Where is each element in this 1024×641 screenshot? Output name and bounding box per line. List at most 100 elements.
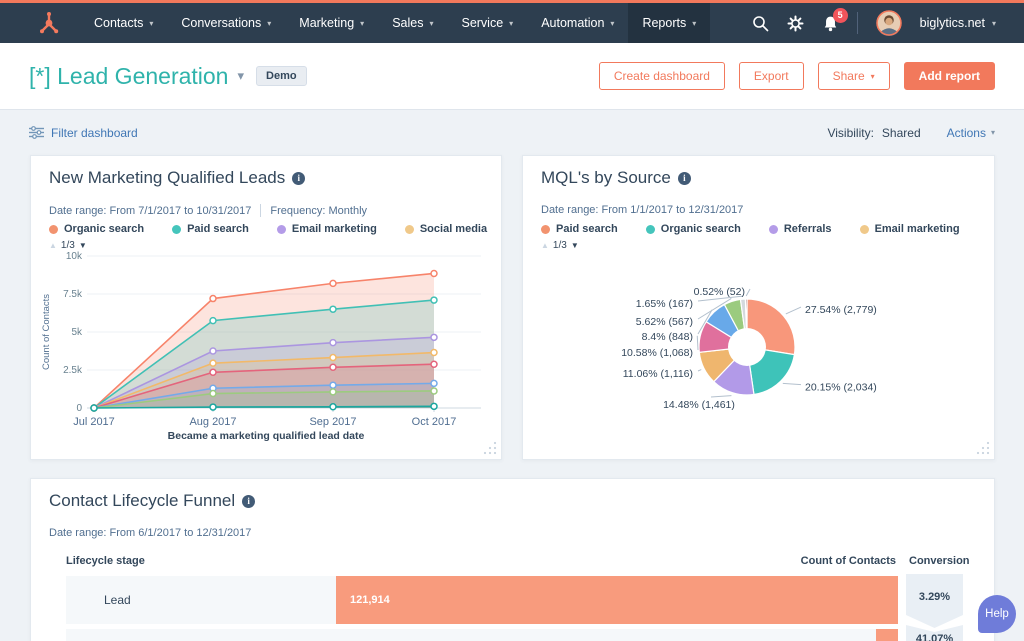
legend-item[interactable]: Social media	[405, 223, 487, 235]
divider	[857, 12, 858, 34]
resize-handle-icon[interactable]	[975, 440, 991, 456]
svg-text:8.4% (848): 8.4% (848)	[642, 331, 693, 343]
actions-menu-button[interactable]: Actions ▾	[947, 126, 995, 140]
legend-item[interactable]: Paid search	[541, 223, 618, 235]
chart-legend: Organic search Paid search Email marketing…	[49, 223, 487, 235]
legend-dot-icon	[541, 225, 550, 234]
demo-badge: Demo	[256, 66, 307, 86]
card-title: New Marketing Qualified Leadsi	[49, 168, 305, 188]
hubspot-logo-icon[interactable]	[32, 3, 66, 43]
legend-item[interactable]: Organic search	[646, 223, 741, 235]
svg-text:2.5k: 2.5k	[63, 365, 83, 376]
legend-dot-icon	[49, 225, 58, 234]
legend-item[interactable]: Referrals	[769, 223, 832, 235]
svg-text:10.58% (1,068): 10.58% (1,068)	[621, 347, 693, 359]
card-new-mqls: New Marketing Qualified Leadsi Date rang…	[30, 155, 502, 460]
chart-legend: Paid search Organic search Referrals Email …	[541, 223, 960, 235]
svg-text:14.48% (1,461): 14.48% (1,461)	[663, 399, 735, 411]
chevron-down-icon: ▾	[992, 19, 996, 28]
funnel-bar[interactable]	[876, 629, 898, 641]
resize-handle-icon[interactable]	[482, 440, 498, 456]
divider	[260, 204, 261, 217]
account-menu[interactable]: biglytics.net ▾	[920, 16, 996, 30]
legend-dot-icon	[646, 225, 655, 234]
card-meta: Date range: From 7/1/2017 to 10/31/2017 …	[49, 204, 367, 217]
nav-item-conversations[interactable]: Conversations▾	[167, 3, 285, 43]
nav-item-label: Sales	[392, 16, 423, 30]
gear-icon[interactable]	[787, 15, 804, 32]
svg-text:Jul 2017: Jul 2017	[73, 416, 115, 428]
nav-item-sales[interactable]: Sales ▾	[378, 3, 447, 43]
legend-label: Organic search	[661, 223, 741, 235]
account-label: biglytics.net	[920, 16, 985, 30]
svg-text:0.52% (52): 0.52% (52)	[694, 286, 745, 298]
conversion-value: 3.29%	[906, 591, 963, 603]
chevron-down-icon: ▾	[871, 72, 875, 81]
chevron-down-icon: ▾	[692, 19, 696, 28]
conversion-value: 41.07%	[906, 633, 963, 641]
date-range: Date range: From 1/1/2017 to 12/31/2017	[541, 204, 743, 216]
nav-item-automation[interactable]: Automation▾	[527, 3, 628, 43]
title-chevron-down-icon[interactable]: ▾	[237, 68, 244, 84]
card-meta: Date range: From 6/1/2017 to 12/31/2017	[49, 527, 251, 539]
svg-text:27.54% (2,779): 27.54% (2,779)	[805, 304, 877, 316]
svg-text:20.15% (2,034): 20.15% (2,034)	[805, 382, 877, 394]
dashboard-header: [*] Lead Generation ▾ Demo Create dashbo…	[0, 43, 1024, 110]
share-button[interactable]: Share▾	[818, 62, 890, 90]
legend-label: Paid search	[187, 223, 249, 235]
svg-text:Count of Contacts: Count of Contacts	[41, 294, 52, 370]
top-nav: Contacts▾Conversations▾Marketing▾Sales▾S…	[0, 3, 1024, 43]
chevron-down-icon: ▾	[991, 128, 995, 137]
chevron-down-icon: ▾	[149, 19, 153, 28]
donut-chart: 27.54% (2,779) 20.15% (2,034) 14.48% (1,46…	[523, 248, 996, 458]
legend-item[interactable]: Email marketing	[277, 223, 377, 235]
legend-label: Referrals	[784, 223, 832, 235]
card-meta: Date range: From 1/1/2017 to 12/31/2017	[541, 204, 743, 216]
funnel-bar[interactable]: 121,914	[336, 576, 898, 624]
legend-item[interactable]: Organic search	[49, 223, 144, 235]
nav-utilities: 5 biglytics.net ▾	[752, 3, 996, 43]
info-icon[interactable]: i	[678, 172, 691, 185]
legend-label: Email marketing	[292, 223, 377, 235]
dashboard-toolbar: Filter dashboard Visibility: Shared Acti…	[0, 110, 1024, 155]
chevron-down-icon: ▾	[509, 19, 513, 28]
svg-text:5k: 5k	[71, 327, 83, 338]
svg-text:0: 0	[76, 403, 82, 414]
nav-item-marketing[interactable]: Marketing▾	[285, 3, 378, 43]
legend-label: Paid search	[556, 223, 618, 235]
column-header-conversion: Conversion	[909, 555, 970, 567]
info-icon[interactable]: i	[242, 495, 255, 508]
svg-text:10k: 10k	[66, 251, 83, 262]
x-axis-title: Became a marketing qualified lead date	[31, 430, 501, 442]
legend-item[interactable]: Paid search	[172, 223, 249, 235]
legend-dot-icon	[769, 225, 778, 234]
info-icon[interactable]: i	[292, 172, 305, 185]
bell-icon[interactable]: 5	[822, 15, 839, 32]
legend-item[interactable]: Email marketing	[860, 223, 960, 235]
chevron-down-icon: ▾	[267, 19, 271, 28]
chevron-down-icon: ▾	[429, 19, 433, 28]
create-dashboard-button[interactable]: Create dashboard	[599, 62, 725, 90]
svg-text:Aug 2017: Aug 2017	[189, 416, 236, 428]
header-actions: Create dashboard Export Share▾ Add repor…	[599, 62, 995, 90]
card-title: Contact Lifecycle Funneli	[49, 491, 255, 511]
add-report-button[interactable]: Add report	[904, 62, 995, 90]
nav-item-reports[interactable]: Reports ▾	[628, 3, 710, 43]
nav-item-contacts[interactable]: Contacts▾	[80, 3, 167, 43]
card-contact-lifecycle-funnel: Contact Lifecycle Funneli Date range: Fr…	[30, 478, 995, 641]
svg-text:11.06% (1,116): 11.06% (1,116)	[623, 368, 693, 380]
legend-label: Email marketing	[875, 223, 960, 235]
help-button[interactable]: Help	[978, 595, 1016, 633]
toolbar-right: Visibility: Shared Actions ▾	[827, 126, 995, 140]
filter-dashboard-button[interactable]: Filter dashboard	[29, 126, 138, 140]
page-title: [*] Lead Generation	[29, 63, 228, 90]
nav-item-label: Reports	[642, 16, 686, 30]
avatar[interactable]	[876, 10, 902, 36]
funnel-row	[66, 629, 898, 641]
column-header-count-of-contacts: Count of Contacts	[801, 555, 896, 567]
nav-item-service[interactable]: Service▾	[447, 3, 527, 43]
export-button[interactable]: Export	[739, 62, 804, 90]
conversion-badge: 3.29%	[906, 574, 963, 628]
legend-dot-icon	[860, 225, 869, 234]
search-icon[interactable]	[752, 15, 769, 32]
